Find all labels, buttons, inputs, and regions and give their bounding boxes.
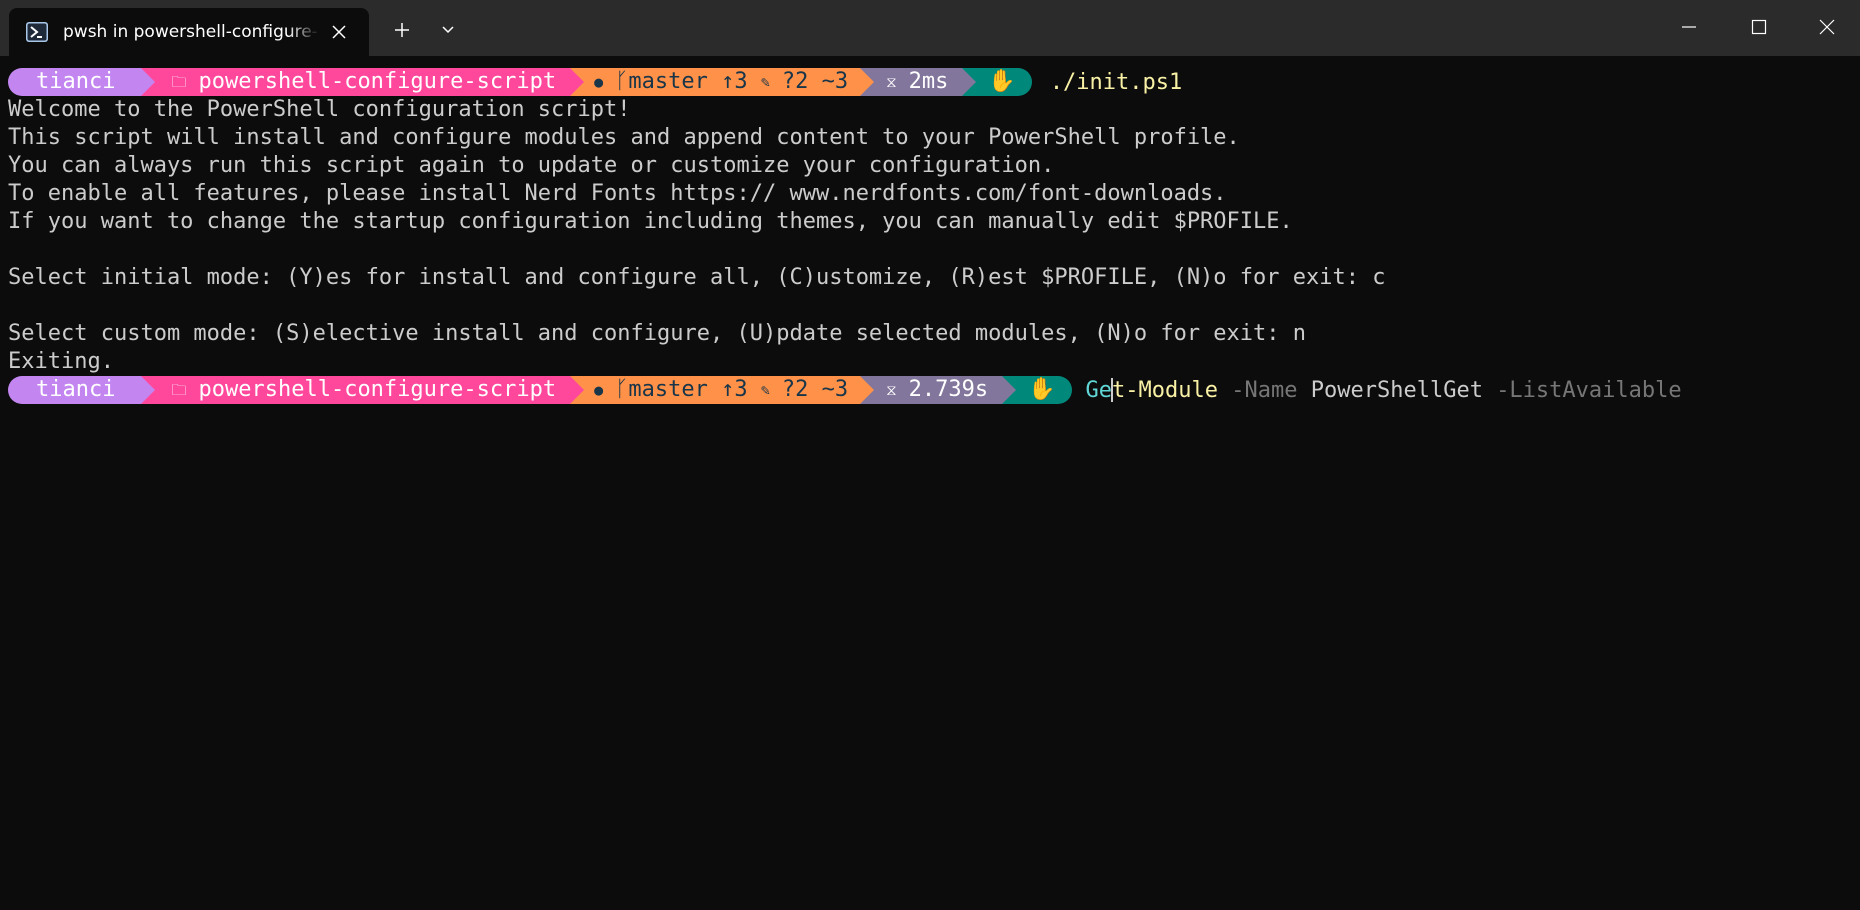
command-arg-value: PowerShellGet: [1310, 377, 1483, 403]
maximize-button[interactable]: [1726, 0, 1792, 54]
command-param-name: -Name: [1231, 377, 1298, 403]
prompt-line: tianci 🗀 powershell-configure-script ● ᚴ…: [8, 68, 1182, 96]
new-tab-button[interactable]: [384, 12, 420, 48]
chevron-down-icon: [442, 26, 454, 34]
folder-icon: 🗀: [171, 73, 187, 91]
tab-dropdown-button[interactable]: [430, 12, 466, 48]
minimize-icon: [1682, 26, 1696, 28]
prompt-branch: master: [628, 377, 708, 402]
segment-separator: [860, 68, 875, 96]
hand-icon: ✋: [988, 69, 1016, 94]
prompt-path: powershell-configure-script: [198, 377, 557, 402]
stopwatch-icon: ⧖: [886, 73, 897, 91]
command-verb-end: t-Module: [1112, 377, 1219, 403]
minimize-button[interactable]: [1656, 0, 1722, 54]
prompt-path: powershell-configure-script: [198, 69, 557, 94]
prompt-user-segment: tianci: [8, 376, 156, 404]
segment-separator: [1002, 376, 1017, 404]
plus-icon: [395, 23, 409, 37]
prompt-modified: ~3: [821, 69, 849, 94]
command-verb-start: Ge: [1085, 377, 1113, 403]
output-line: Select initial mode: (Y)es for install a…: [8, 265, 1386, 290]
terminal-tab[interactable]: pwsh in powershell-configure-script: [9, 8, 369, 56]
output-line: This script will install and configure m…: [8, 125, 1240, 150]
prompt-user: tianci: [36, 377, 116, 402]
segment-separator: [570, 68, 585, 96]
prompt-time: 2.739s: [908, 377, 989, 402]
github-icon: ●: [594, 381, 604, 399]
segment-separator: [141, 376, 156, 404]
prompt-ahead: ↑3: [721, 69, 748, 94]
command-text: ./init.ps1: [1049, 69, 1183, 95]
hand-icon: ✋: [1028, 377, 1056, 402]
segment-separator: [860, 376, 875, 404]
command-param-list: -ListAvailable: [1496, 377, 1682, 403]
prompt-untracked: ?2: [781, 69, 809, 94]
segment-separator: [962, 68, 977, 96]
prompt-time-segment: ⧖ 2ms: [860, 68, 977, 96]
close-tab-button[interactable]: [327, 20, 351, 44]
output-line: You can always run this script again to …: [8, 153, 1055, 178]
prompt-path-segment: 🗀 powershell-configure-script: [141, 376, 585, 404]
prompt-git-segment: ● ᚴ master ↑3 ✎ ?2 ~3: [570, 68, 875, 96]
github-icon: ●: [594, 73, 604, 91]
powershell-icon: [25, 20, 49, 44]
output-line: Select custom mode: (S)elective install …: [8, 321, 1307, 346]
maximize-icon: [1751, 19, 1767, 35]
output-line: Exiting.: [8, 349, 114, 374]
output-line: To enable all features, please install N…: [8, 181, 1227, 206]
close-icon: [332, 25, 346, 39]
tab-title: pwsh in powershell-configure-script: [63, 22, 319, 42]
prompt-user: tianci: [36, 69, 116, 94]
prompt-path-segment: 🗀 powershell-configure-script: [141, 68, 585, 96]
output-line: Welcome to the PowerShell configuration …: [8, 97, 631, 122]
prompt-user-segment: tianci: [8, 68, 156, 96]
prompt-untracked: ?2: [781, 377, 809, 402]
close-window-button[interactable]: [1794, 0, 1860, 54]
folder-icon: 🗀: [171, 381, 187, 399]
edit-icon: ✎: [760, 73, 770, 91]
output-line: If you want to change the startup config…: [8, 209, 1293, 234]
stopwatch-icon: ⧖: [886, 381, 897, 399]
branch-icon: ᚴ: [615, 377, 629, 402]
prompt-modified: ~3: [821, 377, 849, 402]
segment-separator: [141, 68, 156, 96]
close-icon: [1819, 19, 1835, 35]
terminal-buffer[interactable]: tianci 🗀 powershell-configure-script ● ᚴ…: [0, 56, 1860, 910]
prompt-line: tianci 🗀 powershell-configure-script ● ᚴ…: [8, 376, 1682, 404]
prompt-time-segment: ⧖ 2.739s: [860, 376, 1017, 404]
segment-separator: [570, 376, 585, 404]
title-bar: pwsh in powershell-configure-script: [0, 0, 1860, 56]
prompt-git-segment: ● ᚴ master ↑3 ✎ ?2 ~3: [570, 376, 875, 404]
edit-icon: ✎: [760, 381, 770, 399]
prompt-branch: master: [628, 69, 708, 94]
prompt-ahead: ↑3: [721, 377, 748, 402]
prompt-time: 2ms: [908, 69, 949, 94]
branch-icon: ᚴ: [615, 69, 629, 94]
